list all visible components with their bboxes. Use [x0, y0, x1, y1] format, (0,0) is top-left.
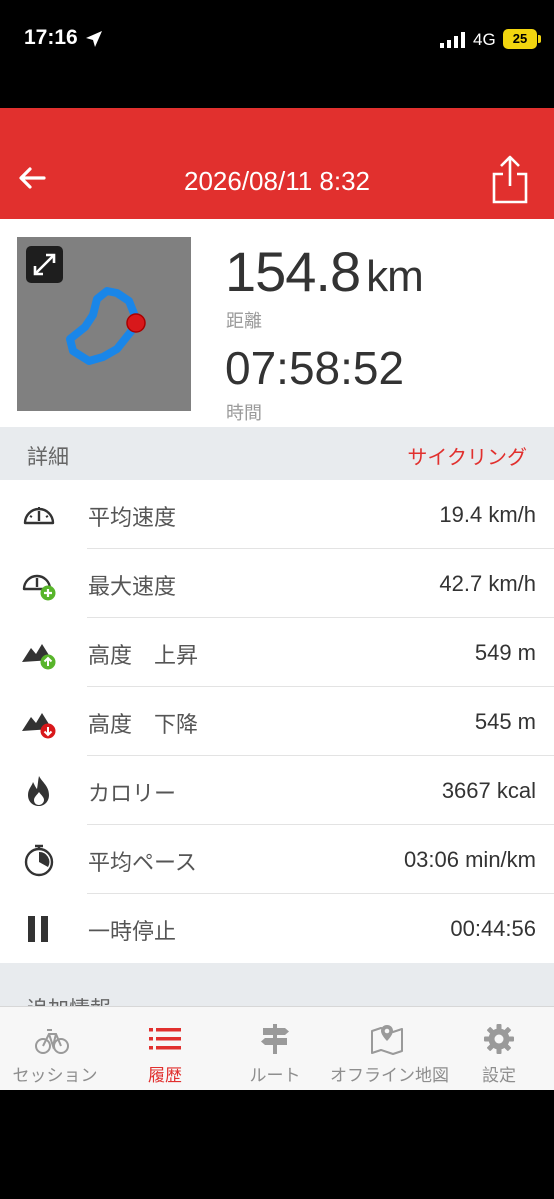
row-value: 03:06 min/km: [403, 847, 536, 872]
location-arrow-icon: [86, 31, 102, 47]
page-title: 2026/08/11 8:32: [183, 166, 371, 196]
time-value: 07:58:52: [225, 342, 405, 394]
tab-bar: セッション 履歴 ルート オフライン地図 設定: [0, 1006, 554, 1090]
stopwatch-icon: [24, 844, 54, 877]
tab-label: セッション: [12, 1066, 98, 1086]
time-label: 時間: [226, 403, 262, 424]
detail-row-avg-speed: 平均速度 19.4 km/h: [0, 480, 554, 549]
mountain-up-icon: [22, 644, 56, 670]
mountain-down-icon: [22, 713, 56, 739]
activity-type-link[interactable]: サイクリング: [407, 441, 527, 470]
distance-value: 154.8 km: [225, 239, 424, 304]
details-section-header: 詳細 サイクリング: [0, 427, 554, 480]
expand-map-button[interactable]: [26, 246, 63, 283]
tab-label: ルート: [249, 1066, 301, 1086]
battery-level: 25: [512, 31, 528, 46]
route-map-thumbnail[interactable]: [17, 237, 191, 411]
row-value: 00:44:56: [450, 916, 536, 941]
row-label: 平均ペース: [88, 851, 197, 876]
row-label: カロリー: [88, 782, 177, 807]
signpost-icon: [261, 1024, 289, 1054]
detail-row-pause-time: 一時停止 00:44:56: [0, 894, 554, 963]
gear-icon: [484, 1024, 514, 1054]
distance-number: 154.8: [225, 240, 361, 303]
row-label: 最大速度: [88, 575, 177, 600]
tab-offline-map[interactable]: オフライン地図: [330, 1007, 449, 1090]
details-list: 平均速度 19.4 km/h 最大速度 42.7 km/h 高度 上昇 549 …: [0, 480, 554, 963]
row-value: 42.7 km/h: [439, 571, 536, 596]
speedometer-plus-icon: [22, 574, 56, 601]
row-label: 高度 下降: [88, 713, 199, 738]
tab-route[interactable]: ルート: [220, 1007, 330, 1090]
expand-icon: [33, 253, 56, 276]
flame-icon: [28, 776, 49, 806]
signal-icon: [440, 32, 465, 48]
speedometer-icon: [23, 507, 55, 525]
detail-row-elevation-loss: 高度 下降 545 m: [0, 687, 554, 756]
tab-history[interactable]: 履歴: [110, 1007, 220, 1090]
detail-row-elevation-gain: 高度 上昇 549 m: [0, 618, 554, 687]
tab-session[interactable]: セッション: [0, 1007, 110, 1090]
header-bar: 2026/08/11 8:32: [0, 108, 554, 219]
bicycle-icon: [35, 1029, 69, 1054]
app-screen: 2026/08/11 8:32 154.8 km 距離 07:58:52 時間 …: [0, 108, 554, 1090]
extra-info-section-header: 追加情報: [0, 963, 554, 1009]
row-value: 545 m: [474, 709, 536, 734]
row-value: 549 m: [474, 640, 536, 665]
row-label: 一時停止: [88, 920, 177, 945]
detail-row-calories: カロリー 3667 kcal: [0, 756, 554, 825]
map-icon: [371, 1025, 403, 1055]
row-value: 3667 kcal: [441, 778, 536, 803]
row-label: 高度 上昇: [88, 644, 199, 669]
distance-unit: km: [366, 252, 424, 301]
network-type: 4G: [473, 30, 496, 49]
tab-settings[interactable]: 設定: [444, 1007, 554, 1090]
status-bar: 17:16 4G 25: [0, 0, 554, 80]
row-value: 19.4 km/h: [439, 502, 536, 527]
status-time: 17:16: [24, 26, 78, 49]
row-label: 平均速度: [88, 506, 177, 531]
detail-row-avg-pace: 平均ペース 03:06 min/km: [0, 825, 554, 894]
detail-row-max-speed: 最大速度 42.7 km/h: [0, 549, 554, 618]
share-icon[interactable]: [490, 154, 530, 206]
pause-icon: [28, 916, 48, 942]
tab-label: 履歴: [148, 1066, 182, 1086]
distance-label: 距離: [226, 311, 262, 332]
tab-label: 設定: [482, 1066, 516, 1086]
list-icon: [149, 1028, 181, 1050]
details-title: 詳細: [27, 445, 69, 469]
end-marker: [126, 313, 146, 333]
activity-summary: 154.8 km 距離 07:58:52 時間: [0, 219, 554, 427]
tab-label: オフライン地図: [330, 1066, 449, 1086]
battery-icon: 25: [503, 29, 541, 49]
